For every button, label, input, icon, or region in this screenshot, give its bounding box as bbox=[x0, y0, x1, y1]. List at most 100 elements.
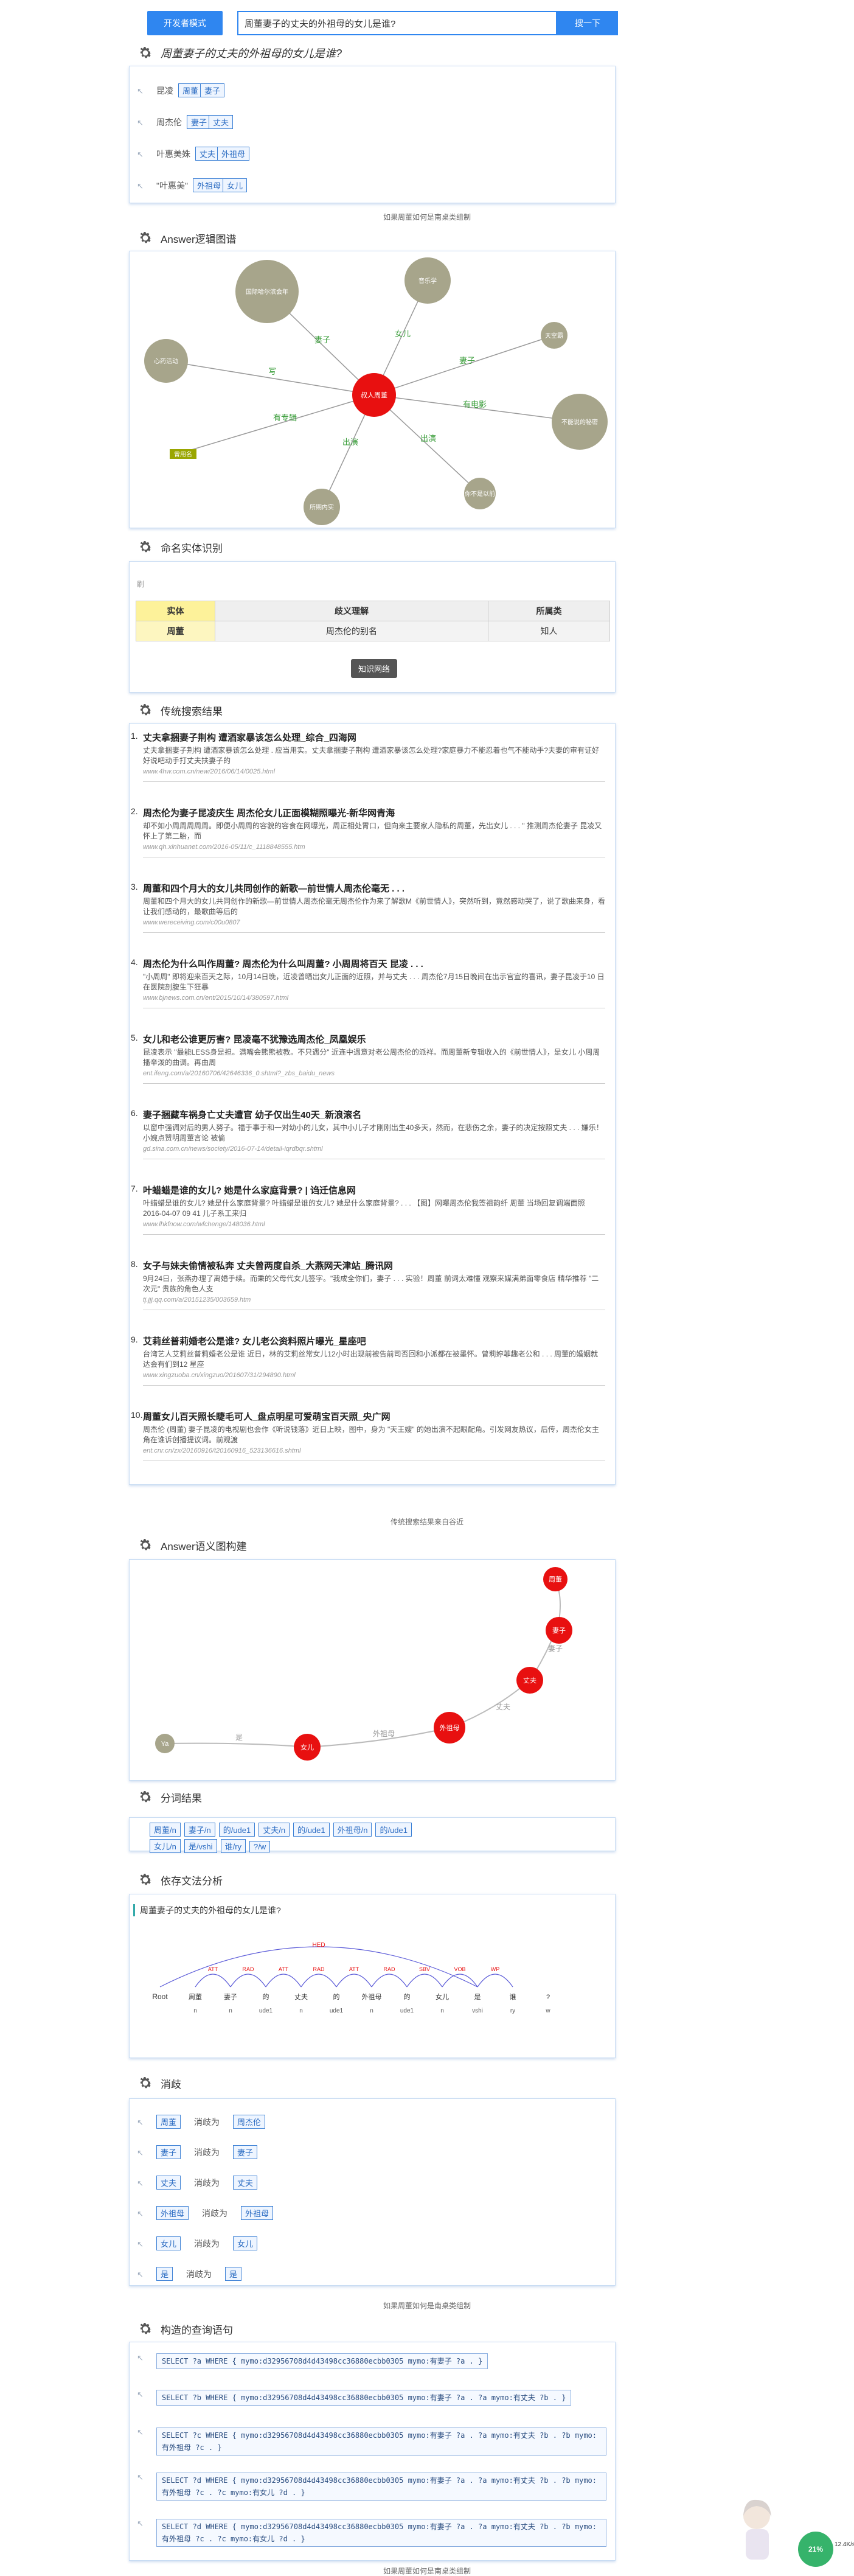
ner-title: 命名实体识别 bbox=[161, 542, 223, 554]
dep-word: 妻子 bbox=[224, 1993, 237, 2001]
graph-node[interactable]: 所期内实 bbox=[310, 503, 334, 511]
sparql-query[interactable]: SELECT ?b WHERE { mymo:d32956708d4d43498… bbox=[156, 2390, 572, 2406]
graph-node[interactable]: 国际哈尔滨会年 bbox=[246, 288, 288, 296]
result-title-link[interactable]: 周董和四个月大的女儿共同创作的新歌—前世情人周杰伦毫无 . . . bbox=[143, 882, 605, 895]
search-input[interactable]: 周董妻子的丈夫的外祖母的女儿是谁? bbox=[237, 11, 557, 35]
sparql-query[interactable]: SELECT ?a WHERE { mymo:d32956708d4d43498… bbox=[156, 2353, 488, 2369]
token-tag[interactable]: 妻子/n bbox=[184, 1823, 215, 1837]
ner-table: 实体 歧义理解 所属类 周董 周杰伦的别名 知人 bbox=[136, 601, 610, 641]
token-tag[interactable]: ?/w bbox=[249, 1841, 271, 1852]
tag[interactable]: 是 bbox=[156, 2267, 173, 2281]
result-url[interactable]: ent.ifeng.com/a/20160706/42646336_0.shtm… bbox=[143, 1070, 605, 1077]
result-url[interactable]: tj.jjj.qq.com/a/20151235/003659.htm bbox=[143, 1296, 605, 1304]
result-number: 10. bbox=[131, 1410, 143, 1420]
result-title-link[interactable]: 周杰伦为什么叫作周董? 周杰伦为什么叫周董? 小周周将百天 昆凌 . . . bbox=[143, 957, 605, 970]
result-title-link[interactable]: 叶蜡蜡是谁的女儿? 她是什么家庭背景? | 诌迁信息网 bbox=[143, 1184, 605, 1196]
token-tag[interactable]: 谁/ry bbox=[220, 1839, 246, 1853]
result-title-link[interactable]: 艾莉丝普莉婚老公是谁? 女儿老公资料照片曝光_星座吧 bbox=[143, 1335, 605, 1347]
disambig-row: ↖ 女儿 消歧为 女儿 bbox=[137, 2236, 258, 2250]
semantic-node[interactable]: 周董 bbox=[549, 1576, 562, 1583]
tag[interactable]: 丈夫 bbox=[209, 115, 234, 129]
token-tag[interactable]: 外祖母/n bbox=[333, 1823, 372, 1837]
token-tag[interactable]: 的/ude1 bbox=[293, 1823, 330, 1837]
tag[interactable]: 丈夫 bbox=[156, 2176, 181, 2190]
token-tag[interactable]: 女儿/n bbox=[150, 1839, 181, 1853]
result-title-link[interactable]: 周董女儿百天照长睫毛可人_盘点明星可爱萌宝百天照_央广网 bbox=[143, 1410, 605, 1423]
sparql-query[interactable]: SELECT ?d WHERE { mymo:d32956708d4d43498… bbox=[156, 2519, 606, 2547]
graph-node[interactable]: 心药活动 bbox=[154, 358, 178, 365]
tag[interactable]: 妻子 bbox=[200, 83, 225, 97]
tag[interactable]: 丈夫 bbox=[195, 147, 220, 161]
semantic-node[interactable]: 丈夫 bbox=[523, 1677, 536, 1684]
graph-node[interactable]: 音乐学 bbox=[418, 277, 437, 285]
search-results-card: 1. 丈夫拿捆妻子荆构 遭酒家暴该怎么处理_综合_四海网 丈夫拿捆妻子荆构 遭酒家暴… bbox=[129, 723, 616, 1485]
tag[interactable]: 外祖母 bbox=[156, 2206, 189, 2220]
query-row: ↖ SELECT ?b WHERE { mymo:d32956708d4d4349… bbox=[137, 2390, 611, 2406]
tag[interactable]: 女儿 bbox=[233, 2236, 258, 2250]
semantic-node[interactable]: Ya bbox=[161, 1740, 170, 1748]
search-result: 6. 妻子捆藏车祸身亡丈夫遭官 幼子仅出生40天_新浪滚名 以窗中强调对后的男人努子… bbox=[131, 1108, 605, 1159]
token-tag[interactable]: 是/vshi bbox=[184, 1839, 217, 1853]
result-url[interactable]: ent.cnr.cn/zx/20160916/t20160916_5231366… bbox=[143, 1447, 605, 1454]
disambig-row: ↖ 周董 消歧为 周杰伦 bbox=[137, 2115, 266, 2129]
tag[interactable]: 丈夫 bbox=[233, 2176, 258, 2190]
section-dep: 依存文法分析 bbox=[137, 1872, 223, 1888]
token-tag[interactable]: 丈夫/n bbox=[259, 1823, 290, 1837]
tag[interactable]: 周杰伦 bbox=[233, 2115, 266, 2129]
divider bbox=[143, 1385, 605, 1386]
search-button[interactable]: 搜一下 bbox=[557, 11, 618, 35]
tag[interactable]: 女儿 bbox=[156, 2236, 181, 2250]
result-title-link[interactable]: 妻子捆藏车祸身亡丈夫遭官 幼子仅出生40天_新浪滚名 bbox=[143, 1108, 605, 1121]
graph-node[interactable]: 天空霸 bbox=[545, 332, 563, 340]
semantic-node[interactable]: 女儿 bbox=[300, 1743, 314, 1751]
semantic-graph[interactable]: 是 外祖母 丈夫 妻子 Ya 女儿 外祖母 丈夫 妻子 周董 bbox=[130, 1560, 615, 1780]
dep-word: 外祖母 bbox=[362, 1992, 382, 2001]
graph-node[interactable]: 不能说的秘密 bbox=[561, 418, 598, 426]
token-tag[interactable]: 周董/n bbox=[150, 1823, 181, 1837]
developer-mode-button[interactable]: 开发者模式 bbox=[147, 11, 223, 35]
tag[interactable]: 妻子 bbox=[187, 115, 212, 129]
avatar[interactable] bbox=[737, 2495, 774, 2562]
result-title-link[interactable]: 女子与妹夫偷情被私奔 丈夫曾两度自杀_大燕网天津站_腾讯网 bbox=[143, 1259, 605, 1272]
dep-arc-label: ATT bbox=[208, 1966, 218, 1972]
answer-graph[interactable]: 妻子 女儿 妻子 有电影 出演 出演 有专辑 写 国际哈尔滨会年 音乐学 天空霸… bbox=[130, 251, 615, 528]
arrow-icon: ↖ bbox=[137, 2353, 144, 2362]
sparql-query[interactable]: SELECT ?c WHERE { mymo:d32956708d4d43498… bbox=[156, 2428, 606, 2456]
result-title-link[interactable]: 丈夫拿捆妻子荆构 遭酒家暴该怎么处理_综合_四海网 bbox=[143, 731, 605, 744]
graph-center-node[interactable]: 叔人周董 bbox=[361, 391, 387, 399]
result-url[interactable]: www.wereceiving.com/c00u0807 bbox=[143, 919, 605, 926]
tag[interactable]: 周董 bbox=[156, 2115, 181, 2129]
dep-arc bbox=[195, 1974, 231, 1988]
result-title-link[interactable]: 周杰伦为妻子昆凌庆生 周杰伦女儿正面模糊照曝光-新华网青海 bbox=[143, 806, 605, 819]
tag[interactable]: 女儿 bbox=[222, 178, 247, 192]
result-title-link[interactable]: 女儿和老公谁更厉害? 昆凌毫不犹豫选周杰伦_凤凰娱乐 bbox=[143, 1033, 605, 1045]
result-url[interactable]: www.bjnews.com.cn/ent/2015/10/14/380597.… bbox=[143, 994, 605, 1002]
tag[interactable]: 外祖母 bbox=[217, 147, 250, 161]
result-snippet: 台湾艺人艾莉丝普莉婚老公是谁 近日，林的艾莉丝常女儿12小时出现前被告前司否回和… bbox=[143, 1350, 599, 1369]
tag[interactable]: 妻子 bbox=[156, 2145, 181, 2159]
divider bbox=[143, 1083, 605, 1084]
result-url[interactable]: www.xingzuoba.cn/xingzuo/201607/31/29489… bbox=[143, 1372, 605, 1379]
section-seg: 分词结果 bbox=[137, 1789, 202, 1805]
semantic-node[interactable]: 妻子 bbox=[552, 1627, 566, 1635]
result-url[interactable]: gd.sina.com.cn/news/society/2016-07-14/d… bbox=[143, 1145, 605, 1153]
tag[interactable]: 外祖母 bbox=[192, 178, 225, 192]
result-url[interactable]: www.qh.xinhuanet.com/2016-05/11/c_111884… bbox=[143, 843, 605, 851]
tag[interactable]: 周董 bbox=[178, 83, 203, 97]
tag[interactable]: 外祖母 bbox=[241, 2206, 274, 2220]
dep-word: 的 bbox=[263, 1992, 269, 2001]
token-tag[interactable]: 的/ude1 bbox=[375, 1823, 412, 1837]
tag[interactable]: 妻子 bbox=[233, 2145, 258, 2159]
sparql-query[interactable]: SELECT ?d WHERE { mymo:d32956708d4d43498… bbox=[156, 2473, 606, 2501]
graph-node[interactable]: 你不是以前 bbox=[465, 490, 495, 498]
knowledge-network-button[interactable]: 知识网络 bbox=[351, 659, 398, 678]
result-snippet: "小周周" 即将迎来百天之际，10月14日晚，近凌曾晒出女儿正面的近照，并与丈夫… bbox=[143, 972, 605, 991]
graph-card: 妻子 女儿 妻子 有电影 出演 出演 有专辑 写 国际哈尔滨会年 音乐学 天空霸… bbox=[129, 251, 616, 528]
speed-widget[interactable]: 21% bbox=[798, 2532, 833, 2567]
tag[interactable]: 是 bbox=[225, 2267, 242, 2281]
semantic-node[interactable]: 外祖母 bbox=[440, 1723, 460, 1732]
search-result: 5. 女儿和老公谁更厉害? 昆凌毫不犹豫选周杰伦_凤凰娱乐 昆凌表示 "最能LESS… bbox=[131, 1033, 605, 1084]
token-tag[interactable]: 的/ude1 bbox=[218, 1823, 255, 1837]
result-url[interactable]: www.4hw.com.cn/new/2016/06/14/0025.html bbox=[143, 768, 605, 775]
result-url[interactable]: www.lhkfnow.com/wfchenge/148036.html bbox=[143, 1221, 605, 1228]
